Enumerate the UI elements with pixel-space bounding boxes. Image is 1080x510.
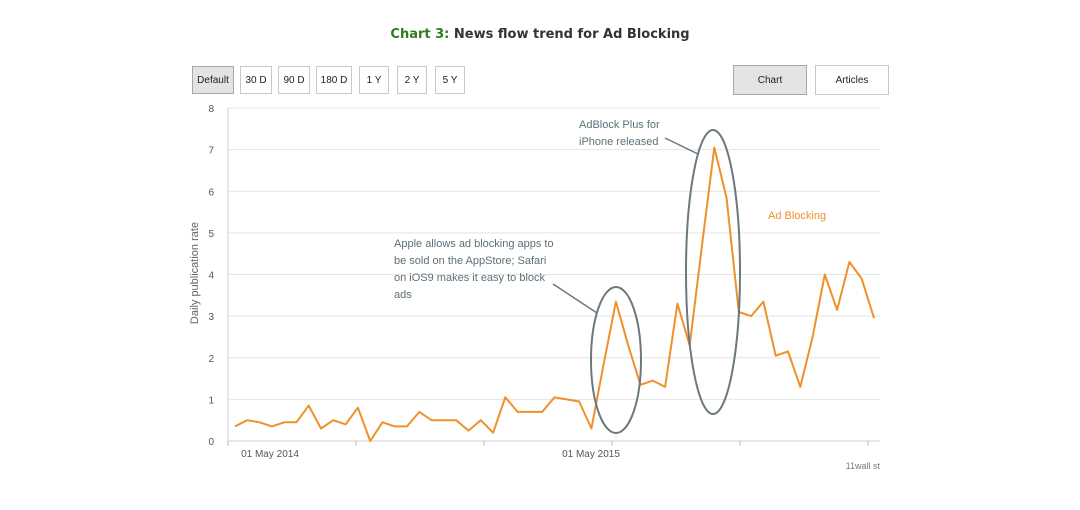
annotation-ellipse-adblock-plus xyxy=(685,129,741,415)
data-point xyxy=(479,418,483,422)
data-point xyxy=(614,300,618,304)
data-point xyxy=(430,418,434,422)
data-point xyxy=(491,431,495,435)
data-point xyxy=(835,308,839,312)
y-tick-label: 2 xyxy=(208,354,214,365)
data-point xyxy=(589,427,593,431)
data-point xyxy=(565,397,569,401)
data-point xyxy=(749,314,753,318)
annotation-connector-apple xyxy=(552,283,598,314)
data-point xyxy=(319,427,323,431)
data-point xyxy=(307,404,311,408)
annotation-connector-adblock-plus xyxy=(664,137,699,155)
annotation-adblock-plus-line-1: AdBlock Plus for xyxy=(579,119,660,131)
data-point xyxy=(393,424,397,428)
y-tick-label: 1 xyxy=(208,395,214,406)
x-tick-label: 01 May 2014 xyxy=(241,449,299,460)
data-point xyxy=(245,418,249,422)
y-tick-label: 0 xyxy=(208,437,214,448)
data-point xyxy=(454,418,458,422)
data-point xyxy=(761,300,765,304)
annotation-apple-line-4: ads xyxy=(394,289,412,301)
gridlines xyxy=(227,107,880,442)
data-point xyxy=(380,420,384,424)
y-tick-label: 5 xyxy=(208,229,214,240)
annotation-apple-line-3: on iOS9 makes it easy to block xyxy=(394,272,546,284)
data-point xyxy=(700,243,704,247)
series-points xyxy=(233,146,876,443)
data-point xyxy=(725,195,729,199)
data-point xyxy=(294,420,298,424)
annotation-adblock-plus-line-2: iPhone released xyxy=(579,136,659,148)
data-point xyxy=(466,429,470,433)
data-point xyxy=(331,418,335,422)
x-tick-label: 01 May 2015 xyxy=(562,449,620,460)
data-point xyxy=(602,362,606,366)
y-axis-label: Daily publication rate xyxy=(189,222,201,324)
data-point xyxy=(798,385,802,389)
data-point xyxy=(872,316,876,320)
y-axis-ticks: 0 1 2 3 4 5 6 7 8 xyxy=(208,104,214,448)
data-point xyxy=(528,410,532,414)
data-point xyxy=(344,422,348,426)
data-point xyxy=(417,410,421,414)
data-point xyxy=(258,420,262,424)
annotation-apple: Apple allows ad blocking apps to be sold… xyxy=(394,238,642,434)
line-chart: 0 1 2 3 4 5 6 7 8 01 May 2014 01 May 2015 Daily p… xyxy=(189,104,881,471)
data-point xyxy=(786,350,790,354)
data-point xyxy=(405,424,409,428)
data-point xyxy=(442,418,446,422)
x-axis: 01 May 2014 01 May 2015 xyxy=(227,441,869,460)
data-point xyxy=(577,399,581,403)
data-point xyxy=(516,410,520,414)
data-point xyxy=(233,424,237,428)
data-point xyxy=(282,420,286,424)
data-point xyxy=(847,260,851,264)
y-tick-label: 3 xyxy=(208,312,214,323)
y-tick-label: 4 xyxy=(208,271,214,282)
data-point xyxy=(675,302,679,306)
annotation-apple-line-2: be sold on the AppStore; Safari xyxy=(394,255,546,267)
data-point xyxy=(553,395,557,399)
data-point xyxy=(626,343,630,347)
data-point xyxy=(663,385,667,389)
data-point xyxy=(356,406,360,410)
y-tick-label: 8 xyxy=(208,104,214,115)
data-point xyxy=(811,335,815,339)
data-point xyxy=(368,439,372,443)
chart-credit: 11wall st xyxy=(846,461,881,471)
data-point xyxy=(540,410,544,414)
data-point xyxy=(270,424,274,428)
y-tick-label: 7 xyxy=(208,146,214,157)
data-point xyxy=(774,354,778,358)
data-point xyxy=(860,277,864,281)
data-point xyxy=(651,379,655,383)
y-tick-label: 6 xyxy=(208,187,214,198)
data-point xyxy=(503,395,507,399)
data-point xyxy=(712,146,716,150)
data-point xyxy=(823,273,827,277)
annotation-apple-line-1: Apple allows ad blocking apps to xyxy=(394,238,554,250)
series-legend-label: Ad Blocking xyxy=(768,210,826,222)
